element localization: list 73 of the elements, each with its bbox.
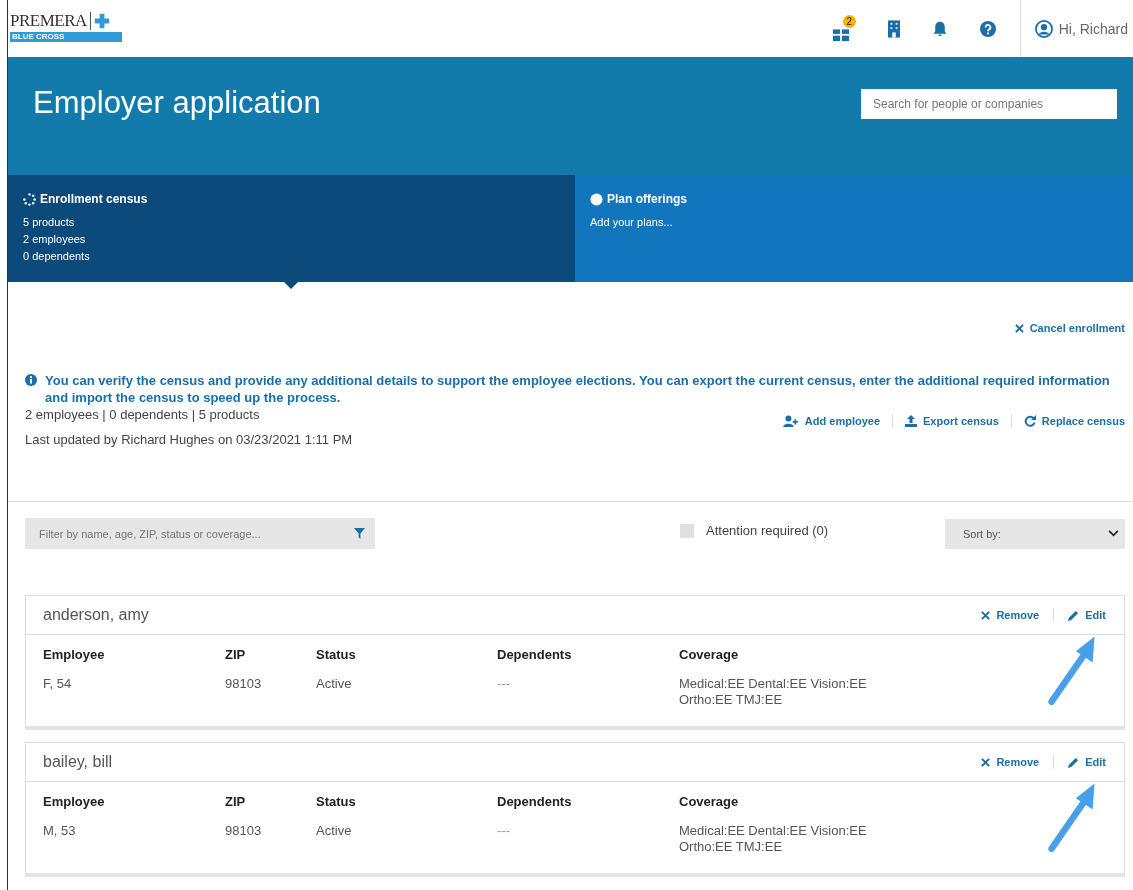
logo-band: BLUE CROSS — [10, 32, 122, 42]
table-cell-text: --- — [497, 823, 511, 840]
filter-icon — [354, 528, 365, 539]
step-panel[interactable]: Plan offerings Add your plans... — [575, 175, 1133, 282]
progress-icon — [23, 192, 36, 206]
census-action-link[interactable]: Add employee — [782, 415, 881, 427]
user-icon — [1034, 19, 1053, 38]
table-cell-text: F, 54 — [43, 676, 73, 693]
pencil-icon — [1068, 756, 1080, 768]
building-icon[interactable] — [887, 19, 900, 38]
circle-icon — [590, 192, 603, 206]
coverage-text: Ortho:EE TMJ:EE — [679, 692, 784, 708]
edit-link[interactable]: Edit — [1068, 756, 1106, 768]
table-cell-text: Active — [316, 823, 353, 840]
column-header: Dependents — [497, 794, 573, 809]
notification-badge: 2 — [842, 15, 856, 28]
coverage-text: Ortho:EE TMJ:EE — [679, 839, 784, 855]
logo-wordmark: PREMERA — [10, 12, 91, 30]
column-header: ZIP — [225, 794, 247, 809]
step-detail: 0 dependents — [23, 249, 91, 264]
logo[interactable]: PREMERA BLUE CROSS — [10, 12, 122, 42]
remove-link[interactable]: Remove — [981, 756, 1040, 768]
table-cell-text: Active — [316, 676, 353, 693]
column-header: ZIP — [225, 647, 247, 662]
close-icon — [1014, 323, 1024, 333]
upload-icon — [905, 415, 918, 427]
column-header: Status — [316, 794, 357, 809]
table-cell-text: 98103 — [225, 823, 263, 840]
edit-link[interactable]: Edit — [1068, 609, 1106, 621]
table-cell-text: 98103 — [225, 676, 263, 693]
census-action-link[interactable]: Replace census — [1023, 415, 1125, 427]
step-detail: 2 employees — [23, 232, 87, 247]
pencil-icon — [1068, 609, 1080, 621]
chevron-down-icon — [1108, 530, 1119, 537]
attention-checkbox[interactable] — [680, 523, 694, 538]
census-summary: 2 employees | 0 dependents | 5 products — [25, 406, 261, 424]
search-field[interactable]: Search for people or companies — [861, 89, 1117, 119]
filter-field[interactable]: Filter by name, age, ZIP, status or coverage... — [25, 518, 375, 549]
column-header: Coverage — [679, 647, 740, 662]
column-header: Dependents — [497, 647, 573, 662]
table-cell-text: --- — [497, 676, 511, 693]
cancel-enrollment-link[interactable]: Cancel enrollment — [1014, 316, 1125, 340]
employee-name: anderson, amy — [43, 606, 149, 624]
column-header: Employee — [43, 647, 106, 662]
step-pointer — [284, 282, 298, 289]
refresh-icon — [1023, 415, 1036, 427]
close-icon — [981, 757, 991, 767]
cross-icon — [93, 13, 110, 29]
coverage-text: Medical:EE Dental:EE Vision:EE — [679, 676, 868, 692]
column-header: Employee — [43, 794, 106, 809]
coverage-text: Medical:EE Dental:EE Vision:EE — [679, 823, 868, 839]
close-icon — [981, 610, 991, 620]
info-icon — [25, 374, 37, 386]
column-header: Coverage — [679, 794, 740, 809]
bell-icon[interactable] — [931, 19, 948, 38]
attention-label: Attention required (0) — [706, 523, 829, 538]
step-detail: 5 products — [23, 215, 76, 230]
step-title: Plan offerings — [607, 192, 687, 206]
step-detail: Add your plans... — [590, 215, 674, 230]
user-greeting: Hi, Richard — [1058, 20, 1128, 37]
last-updated: Last updated by Richard Hughes on 03/23/2021 1:11 PM — [25, 431, 353, 449]
census-action-link[interactable]: Export census — [905, 415, 999, 427]
add-user-icon — [782, 415, 799, 427]
table-cell-text: M, 53 — [43, 823, 77, 840]
apps-button[interactable]: 2 — [831, 15, 856, 42]
sort-dropdown[interactable]: Sort by: — [945, 518, 1125, 549]
info-message: You can verify the census and provide any additional details to support the employee elections. You can export the current census, enter the additional required information and import the census to speed up the process. — [45, 372, 1111, 406]
help-icon[interactable] — [979, 20, 996, 37]
page-title: Employer application — [33, 85, 321, 121]
column-header: Status — [316, 647, 357, 662]
employee-name: bailey, bill — [43, 753, 113, 771]
step-title: Enrollment census — [40, 192, 148, 206]
remove-link[interactable]: Remove — [981, 609, 1040, 621]
